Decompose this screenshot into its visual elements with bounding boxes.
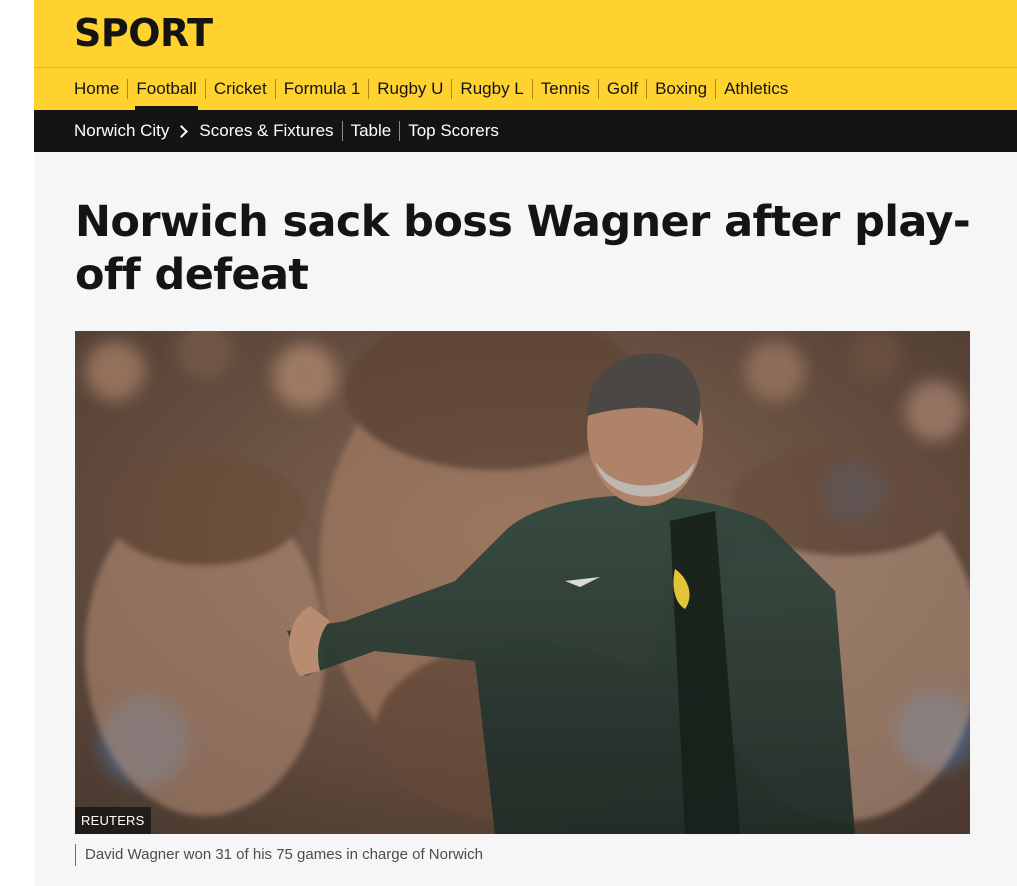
nav-divider xyxy=(597,79,599,99)
nav-item-rugby-league[interactable]: Rugby L xyxy=(460,68,523,110)
nav-divider xyxy=(341,121,343,141)
scores-fixtures-link[interactable]: Scores & Fixtures xyxy=(199,121,333,141)
article-headline: Norwich sack boss Wagner after play-off … xyxy=(75,197,971,300)
nav-item-label: Rugby U xyxy=(377,79,444,98)
nav-item-athletics[interactable]: Athletics xyxy=(724,68,788,110)
nav-item-label: Golf xyxy=(606,79,639,98)
hero-photo-composite xyxy=(75,331,970,834)
nav-divider xyxy=(274,79,276,99)
top-scorers-link[interactable]: Top Scorers xyxy=(408,121,499,141)
nav-divider xyxy=(451,79,453,99)
chevron-right-icon xyxy=(175,124,189,138)
nav-divider xyxy=(204,79,206,99)
image-credit: REUTERS xyxy=(75,807,151,834)
nav-item-tennis[interactable]: Tennis xyxy=(541,68,590,110)
nav-divider xyxy=(399,121,401,141)
hero-image xyxy=(75,331,970,834)
nav-item-rugby-union[interactable]: Rugby U xyxy=(377,68,443,110)
sport-logo[interactable]: SPORT xyxy=(74,11,213,55)
team-nav: Norwich City Scores & Fixtures Table Top… xyxy=(34,110,1017,152)
nav-item-label: Rugby L xyxy=(460,79,524,98)
nav-divider xyxy=(715,79,717,99)
nav-item-label: Boxing xyxy=(655,79,708,98)
image-caption: David Wagner won 31 of his 75 games in c… xyxy=(75,844,483,866)
nav-item-label: Athletics xyxy=(724,79,789,98)
nav-item-label: Formula 1 xyxy=(283,79,361,98)
team-link-norwich-city[interactable]: Norwich City xyxy=(74,121,169,141)
masthead: SPORT xyxy=(34,0,1017,67)
nav-item-cricket[interactable]: Cricket xyxy=(214,68,267,110)
nav-item-formula-1[interactable]: Formula 1 xyxy=(284,68,361,110)
nav-divider xyxy=(531,79,533,99)
primary-nav: Home Football Cricket Formula 1 Rugby U … xyxy=(34,67,1017,110)
sport-page: SPORT Home Football Cricket Formula 1 Ru… xyxy=(34,0,1017,886)
nav-item-label: Cricket xyxy=(213,79,267,98)
nav-item-label: Football xyxy=(136,79,197,98)
nav-divider xyxy=(646,79,648,99)
nav-divider xyxy=(127,79,129,99)
nav-item-football[interactable]: Football xyxy=(135,68,199,110)
nav-item-boxing[interactable]: Boxing xyxy=(655,68,707,110)
nav-item-label: Tennis xyxy=(540,79,590,98)
nav-divider xyxy=(368,79,370,99)
table-link[interactable]: Table xyxy=(351,121,392,141)
nav-item-golf[interactable]: Golf xyxy=(607,68,638,110)
nav-item-label: Home xyxy=(74,79,120,98)
nav-item-home[interactable]: Home xyxy=(74,68,119,110)
